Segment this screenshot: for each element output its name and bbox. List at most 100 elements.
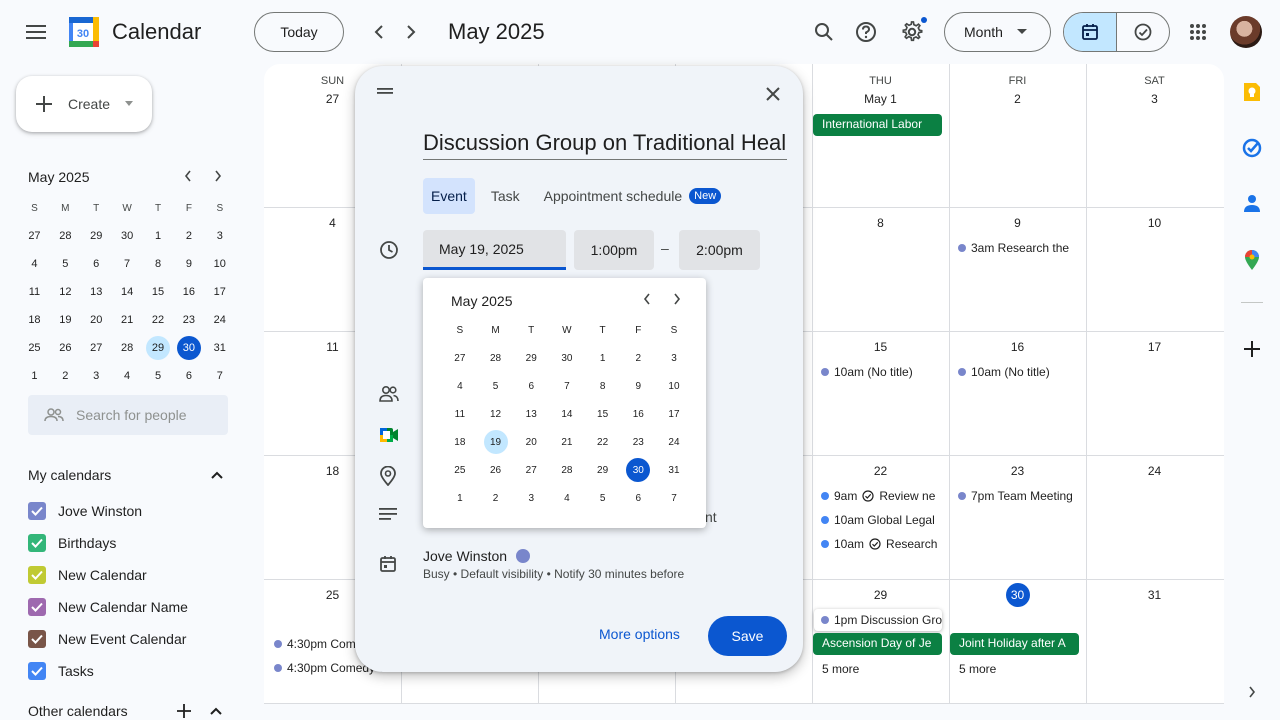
picker-day[interactable]: 3 (656, 344, 692, 372)
event-item-hovered[interactable]: 1pm Discussion Gro (814, 609, 942, 631)
picker-day[interactable]: 28 (478, 344, 514, 372)
event-item[interactable]: 7pm Team Meeting (958, 485, 1084, 507)
tasks-view-toggle[interactable] (1116, 13, 1169, 51)
picker-day[interactable]: 15 (585, 400, 621, 428)
close-button[interactable] (758, 79, 788, 109)
help-button[interactable] (846, 12, 886, 52)
checkbox-checked[interactable] (28, 598, 46, 616)
picker-day[interactable]: 22 (585, 428, 621, 456)
more-options-button[interactable]: More options (599, 626, 680, 642)
mini-day[interactable]: 13 (81, 278, 112, 306)
expand-side-panel-button[interactable] (1240, 680, 1264, 704)
picker-day[interactable]: 28 (549, 456, 585, 484)
more-events-link[interactable]: 5 more (822, 662, 859, 676)
picker-day[interactable]: 7 (549, 372, 585, 400)
day-number[interactable]: 23 (949, 464, 1086, 478)
previous-period-button[interactable] (363, 16, 395, 48)
picker-day[interactable]: 14 (549, 400, 585, 428)
picker-day[interactable]: 9 (620, 372, 656, 400)
get-addons-button[interactable] (1240, 337, 1264, 361)
picker-day[interactable]: 31 (656, 456, 692, 484)
mini-calendar-next[interactable] (206, 164, 230, 188)
day-number[interactable]: 29 (812, 588, 949, 602)
picker-day[interactable]: 1 (585, 344, 621, 372)
day-number[interactable]: 2 (949, 92, 1086, 106)
google-apps-button[interactable] (1178, 12, 1218, 52)
mini-day[interactable]: 21 (112, 306, 143, 334)
mini-day[interactable]: 14 (112, 278, 143, 306)
calendar-tasks-toggle[interactable] (1063, 12, 1170, 52)
mini-day[interactable]: 25 (19, 334, 50, 362)
mini-day[interactable]: 5 (143, 362, 174, 390)
mini-day[interactable]: 28 (112, 334, 143, 362)
calendar-view-toggle[interactable] (1064, 13, 1116, 51)
event-item[interactable]: 3am Research the (958, 237, 1084, 259)
day-number[interactable]: 8 (812, 216, 949, 230)
day-number[interactable]: 31 (1086, 588, 1223, 602)
tab-task[interactable]: Task (483, 178, 528, 214)
event-item[interactable]: 10am (No title) (821, 361, 947, 383)
today-button[interactable]: Today (254, 12, 344, 52)
picker-day[interactable]: 2 (620, 344, 656, 372)
picker-day[interactable]: 30 (549, 344, 585, 372)
mini-day[interactable]: 6 (81, 250, 112, 278)
google-meet-icon[interactable] (379, 427, 399, 447)
day-number[interactable]: 17 (1086, 340, 1223, 354)
mini-day[interactable]: 11 (19, 278, 50, 306)
mini-day[interactable]: 17 (204, 278, 235, 306)
task-item[interactable]: 10am Research (821, 533, 947, 555)
picker-day[interactable]: 29 (585, 456, 621, 484)
mini-day[interactable]: 26 (50, 334, 81, 362)
mini-day[interactable]: 19 (50, 306, 81, 334)
checkbox-checked[interactable] (28, 662, 46, 680)
drag-handle[interactable] (377, 87, 393, 95)
mini-day[interactable]: 31 (204, 334, 235, 362)
mini-day-selected[interactable]: 29 (143, 334, 174, 362)
date-picker-prev[interactable] (637, 289, 657, 309)
mini-day[interactable]: 6 (173, 362, 204, 390)
my-calendars-collapse[interactable] (205, 465, 229, 485)
checkbox-checked[interactable] (28, 630, 46, 648)
calendar-item-new-calendar-name[interactable]: New Calendar Name (28, 591, 188, 623)
more-events-link[interactable]: 5 more (959, 662, 996, 676)
mini-day[interactable]: 20 (81, 306, 112, 334)
picker-day[interactable]: 2 (478, 484, 514, 512)
picker-day[interactable]: 27 (513, 456, 549, 484)
calendar-item-new-calendar[interactable]: New Calendar (28, 559, 147, 591)
next-period-button[interactable] (395, 16, 427, 48)
mini-day[interactable]: 2 (50, 362, 81, 390)
picker-day[interactable]: 5 (585, 484, 621, 512)
picker-day[interactable]: 6 (513, 372, 549, 400)
picker-day[interactable]: 23 (620, 428, 656, 456)
picker-day[interactable]: 29 (513, 344, 549, 372)
picker-day[interactable]: 13 (513, 400, 549, 428)
picker-day-today[interactable]: 30 (620, 456, 656, 484)
create-button[interactable]: Create (16, 76, 152, 132)
checkbox-checked[interactable] (28, 534, 46, 552)
task-item[interactable]: 9am Review ne (821, 485, 947, 507)
keep-app-button[interactable] (1240, 80, 1264, 104)
picker-day[interactable]: 3 (513, 484, 549, 512)
mini-day[interactable]: 9 (173, 250, 204, 278)
picker-day[interactable]: 6 (620, 484, 656, 512)
picker-day[interactable]: 7 (656, 484, 692, 512)
add-other-calendar-button[interactable] (174, 701, 194, 720)
tab-event[interactable]: Event (423, 178, 475, 214)
people-search-input[interactable]: Search for people (28, 395, 228, 435)
picker-day[interactable]: 20 (513, 428, 549, 456)
event-item[interactable]: 10am (No title) (958, 361, 1084, 383)
mini-day[interactable]: 7 (112, 250, 143, 278)
mini-day[interactable]: 24 (204, 306, 235, 334)
mini-calendar-prev[interactable] (176, 164, 200, 188)
tab-appointment-schedule[interactable]: Appointment schedule New (536, 178, 730, 214)
day-number[interactable]: May 1 (812, 92, 949, 106)
mini-day[interactable]: 18 (19, 306, 50, 334)
picker-day[interactable]: 12 (478, 400, 514, 428)
calendar-item-jove-winston[interactable]: Jove Winston (28, 495, 142, 527)
event-chip-holiday[interactable]: Joint Holiday after A (950, 633, 1079, 655)
event-settings-summary[interactable]: Busy • Default visibility • Notify 30 mi… (423, 567, 684, 581)
picker-day[interactable]: 26 (478, 456, 514, 484)
event-item[interactable]: 10am Global Legal (821, 509, 947, 531)
mini-day[interactable]: 1 (19, 362, 50, 390)
picker-day[interactable]: 8 (585, 372, 621, 400)
